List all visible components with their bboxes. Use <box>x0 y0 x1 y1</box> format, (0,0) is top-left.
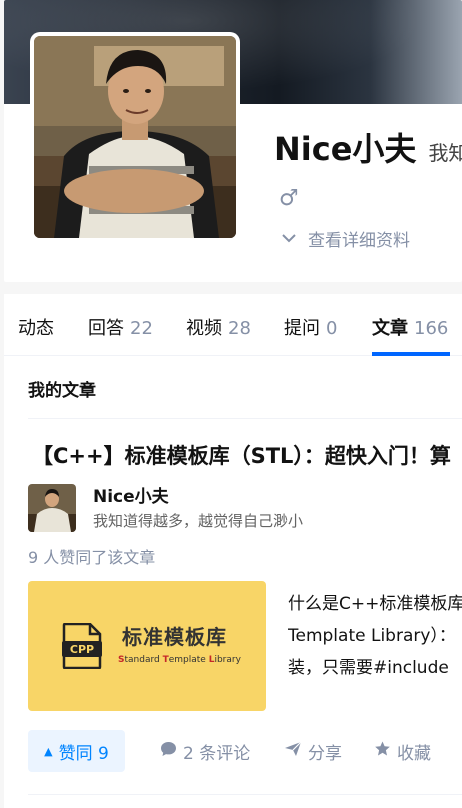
profile-tabs: 动态 回答 22 视频 28 提问 0 文章 166 <box>4 294 462 356</box>
avatar-photo <box>34 36 236 238</box>
star-icon <box>374 741 391 761</box>
likes-note[interactable]: 9 人赞同了该文章 <box>28 544 155 568</box>
male-gender-icon: ♂ <box>279 186 299 211</box>
profile-card: Nice小夫 我知 ♂ 查看详细资料 <box>4 0 462 282</box>
excerpt-line: 什么是C++标准模板库 <box>288 594 462 614</box>
profile-name-row: Nice小夫 我知 <box>274 124 462 170</box>
article-excerpt[interactable]: 什么是C++标准模板库 Template Library）： 装，只需要#inc… <box>288 588 462 684</box>
content-card: 动态 回答 22 视频 28 提问 0 文章 166 我的文章 【C++】标准模板库（S… <box>4 294 462 808</box>
share-label: 分享 <box>308 743 342 764</box>
tab-count: 28 <box>228 318 251 339</box>
comments-label: 2 条评论 <box>183 743 251 764</box>
author-bio: 我知道得越多，越觉得自己渺小 <box>93 512 304 530</box>
comments-button[interactable]: 2 条评论 <box>160 730 250 772</box>
profile-name: Nice小夫 <box>274 130 417 168</box>
tab-label: 动态 <box>18 318 54 339</box>
article-thumbnail[interactable]: CPP 标准模板库 Standard Template Library <box>28 581 266 711</box>
excerpt-line: 装，只需要#include <box>288 658 449 678</box>
tab-articles[interactable]: 文章 166 <box>372 314 448 340</box>
tab-questions[interactable]: 提问 0 <box>284 314 337 340</box>
author-avatar-photo <box>28 484 76 532</box>
favorite-button[interactable]: 收藏 <box>374 730 431 772</box>
view-details-link[interactable]: 查看详细资料 <box>282 226 410 251</box>
divider <box>28 418 462 419</box>
thumbnail-subtitle: Standard Template Library <box>118 655 241 665</box>
share-plane-icon <box>284 741 302 761</box>
view-details-label: 查看详细资料 <box>308 231 410 251</box>
tab-label: 提问 <box>284 318 320 339</box>
upvote-button[interactable]: ▲ 赞同 9 <box>28 730 125 772</box>
section-title: 我的文章 <box>28 381 96 401</box>
tab-activity[interactable]: 动态 <box>18 314 54 340</box>
tab-count: 0 <box>326 318 338 339</box>
profile-avatar[interactable] <box>30 32 240 242</box>
tab-count: 22 <box>130 318 153 339</box>
tab-answers[interactable]: 回答 22 <box>88 314 153 340</box>
tab-label: 文章 <box>372 318 408 339</box>
active-tab-indicator <box>372 352 450 356</box>
cpp-badge-text: CPP <box>70 643 94 656</box>
article-actions: ▲ 赞同 9 2 条评论 分享 收藏 <box>28 730 462 772</box>
profile-headline: 我知 <box>428 141 462 165</box>
tab-label: 回答 <box>88 318 124 339</box>
tab-count: 166 <box>414 318 449 339</box>
comment-bubble-icon <box>160 741 177 761</box>
article-title[interactable]: 【C++】标准模板库（STL）：超快入门！算 <box>32 440 451 470</box>
chevron-down-icon <box>282 231 296 247</box>
author-name[interactable]: Nice小夫 <box>93 482 169 507</box>
divider <box>28 794 462 795</box>
tab-videos[interactable]: 视频 28 <box>186 314 251 340</box>
upvote-triangle-icon: ▲ <box>44 744 53 758</box>
cpp-file-icon: CPP <box>62 623 102 669</box>
share-button[interactable]: 分享 <box>284 730 342 772</box>
upvote-label: 赞同 9 <box>58 743 109 764</box>
favorite-label: 收藏 <box>397 743 431 764</box>
excerpt-line: Template Library）： <box>288 626 456 646</box>
tab-label: 视频 <box>186 318 222 339</box>
thumbnail-title: 标准模板库 <box>122 625 227 649</box>
author-avatar[interactable] <box>28 484 76 532</box>
